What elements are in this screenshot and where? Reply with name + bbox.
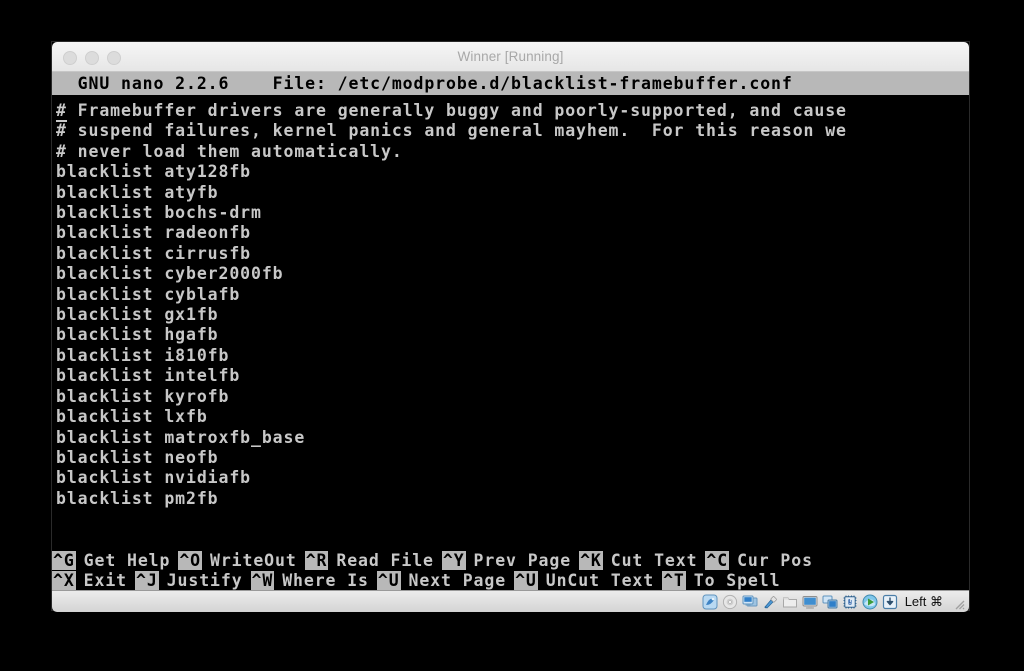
nano-title-bar: GNU nano 2.2.6 File: /etc/modprobe.d/bla… xyxy=(52,72,969,95)
zoom-button[interactable] xyxy=(107,51,121,65)
editor-line-9: blacklist cyber2000fb xyxy=(56,264,284,284)
nano-text-area[interactable]: # Framebuffer drivers are generally bugg… xyxy=(52,95,969,509)
shortcut-label: Cur Pos xyxy=(737,550,813,570)
shortcut-key: ^G xyxy=(52,550,76,570)
editor-line-20: blacklist pm2fb xyxy=(56,488,219,508)
resize-grip[interactable] xyxy=(951,595,965,609)
editor-line-11: blacklist gx1fb xyxy=(56,305,219,325)
shortcut-label: Read File xyxy=(336,550,434,570)
usb-icon[interactable] xyxy=(762,594,778,610)
hard-disk-icon[interactable] xyxy=(702,594,718,610)
terminal-screen[interactable]: GNU nano 2.2.6 File: /etc/modprobe.d/bla… xyxy=(52,72,969,590)
shortcut-read-file[interactable]: ^R Read File xyxy=(304,550,442,570)
shortcut-key: ^J xyxy=(135,570,159,590)
minimize-button[interactable] xyxy=(85,51,99,65)
shortcut-key: ^W xyxy=(250,570,275,590)
editor-line-16: blacklist lxfb xyxy=(56,407,208,427)
shortcut-label: UnCut Text xyxy=(545,570,655,590)
shortcut-label: To Spell xyxy=(693,570,781,590)
display-icon[interactable] xyxy=(802,594,818,610)
shortcut-where-is[interactable]: ^W Where Is xyxy=(250,570,377,590)
shortcut-prev-page[interactable]: ^Y Prev Page xyxy=(441,550,579,570)
shortcut-key: ^K xyxy=(579,550,603,570)
shortcut-key: ^U xyxy=(514,570,538,590)
shortcut-label: Cut Text xyxy=(610,550,698,570)
editor-line-13: blacklist i810fb xyxy=(56,345,230,365)
editor-line-19: blacklist nvidiafb xyxy=(56,468,252,488)
shortcut-label: WriteOut xyxy=(210,550,297,570)
editor-line-1-rest: Framebuffer drivers are generally buggy … xyxy=(66,101,847,120)
nano-shortcut-bar: ^G Get Help ^O WriteOut ^R Read File ^Y Prev… xyxy=(52,550,969,590)
shortcut-label: Next Page xyxy=(408,570,507,590)
shortcut-label: Get Help xyxy=(83,550,171,570)
editor-line-2: # suspend failures, kernel panics and ge… xyxy=(56,121,847,141)
host-key-label: Left ⌘ xyxy=(904,593,943,609)
shortcut-label: Prev Page xyxy=(473,550,572,570)
window-title: Winner [Running] xyxy=(457,49,564,64)
shortcut-cut-text[interactable]: ^K Cut Text xyxy=(579,550,705,570)
network-icon[interactable] xyxy=(742,594,758,610)
shortcut-key: ^U xyxy=(376,570,401,590)
editor-line-8: blacklist cirrusfb xyxy=(56,243,252,263)
shortcut-uncut-text[interactable]: ^U UnCut Text xyxy=(514,570,662,590)
shortcut-get-help[interactable]: ^G Get Help xyxy=(52,550,178,570)
host-key-icon[interactable] xyxy=(882,594,898,610)
editor-line-4: blacklist aty128fb xyxy=(56,162,252,182)
cpu-icon[interactable]: U xyxy=(842,594,858,610)
shortcut-key: ^X xyxy=(52,570,76,590)
shortcut-key: ^Y xyxy=(441,550,466,570)
window-titlebar[interactable]: Winner [Running] xyxy=(52,42,969,72)
editor-line-7: blacklist radeonfb xyxy=(56,223,252,243)
shortcut-label: Where Is xyxy=(282,570,369,590)
close-button[interactable] xyxy=(63,51,77,65)
optical-disk-icon[interactable] xyxy=(722,594,738,610)
video-capture-icon[interactable] xyxy=(822,594,838,610)
shortcut-key: ^R xyxy=(304,550,329,570)
editor-line-3: # never load them automatically. xyxy=(56,141,403,161)
editor-line-15: blacklist kyrofb xyxy=(56,386,230,406)
traffic-light-group xyxy=(63,51,121,65)
virtualbox-status-bar: U Left ⌘ xyxy=(52,590,969,612)
virtualbox-vm-window: Winner [Running] GNU nano 2.2.6 File: /e… xyxy=(52,42,969,612)
shortcut-label: Exit xyxy=(83,570,128,590)
editor-line-1: # Framebuffer drivers are generally bugg… xyxy=(56,101,969,122)
shortcut-row-1: ^G Get Help ^O WriteOut ^R Read File ^Y Prev… xyxy=(52,550,969,570)
editor-line-6: blacklist bochs-drm xyxy=(56,203,262,223)
shortcut-key: ^O xyxy=(178,550,203,570)
editor-line-5: blacklist atyfb xyxy=(56,182,219,202)
shortcut-key: ^C xyxy=(705,550,730,570)
svg-text:U: U xyxy=(848,599,852,607)
editor-line-18: blacklist neofb xyxy=(56,447,219,467)
editor-line-17: blacklist matroxfb_base xyxy=(56,427,306,447)
shortcut-next-page[interactable]: ^U Next Page xyxy=(376,570,514,590)
shortcut-exit[interactable]: ^X Exit xyxy=(52,570,135,590)
shortcut-justify[interactable]: ^J Justify xyxy=(135,570,251,590)
editor-line-10: blacklist cyblafb xyxy=(56,284,241,304)
text-cursor: # xyxy=(56,101,67,122)
shortcut-label: Justify xyxy=(166,570,243,590)
editor-line-12: blacklist hgafb xyxy=(56,325,219,345)
shared-folder-icon[interactable] xyxy=(782,594,798,610)
shortcut-cur-pos[interactable]: ^C Cur Pos xyxy=(705,550,821,570)
guest-additions-icon[interactable] xyxy=(862,594,878,610)
editor-line-14: blacklist intelfb xyxy=(56,366,241,386)
shortcut-row-2: ^X Exit ^J Justify ^W Where Is ^U Next Page … xyxy=(52,570,969,590)
shortcut-writeout[interactable]: ^O WriteOut xyxy=(178,550,304,570)
shortcut-key: ^T xyxy=(662,570,686,590)
shortcut-to-spell[interactable]: ^T To Spell xyxy=(662,570,788,590)
